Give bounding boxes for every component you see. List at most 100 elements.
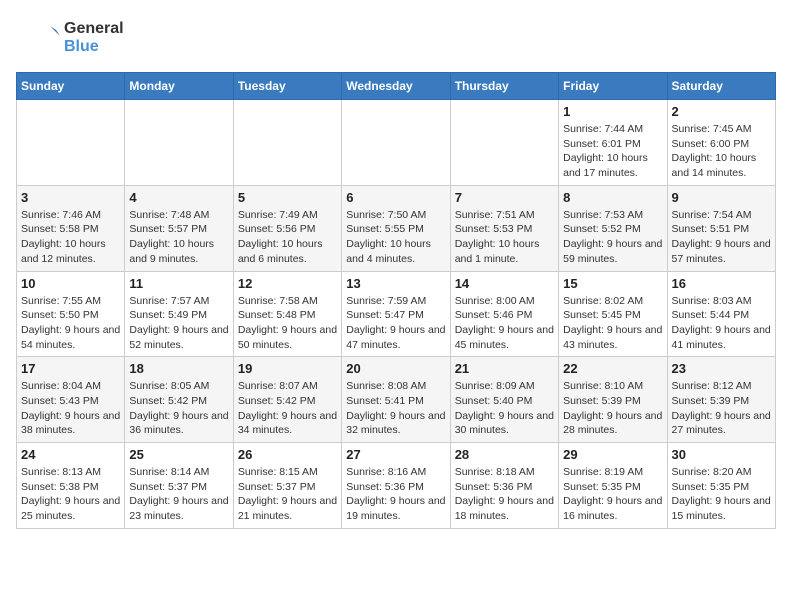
day-number: 22 xyxy=(563,361,662,376)
day-number: 15 xyxy=(563,276,662,291)
day-of-week-header: Thursday xyxy=(450,73,558,100)
day-number: 2 xyxy=(672,104,771,119)
header: GeneralBlue xyxy=(16,16,776,60)
calendar-day-cell: 1 Sunrise: 7:44 AM Sunset: 6:01 PM Daylig… xyxy=(559,100,667,186)
day-number: 20 xyxy=(346,361,445,376)
calendar-day-cell xyxy=(450,100,558,186)
day-info: Sunrise: 8:18 AM Sunset: 5:36 PM Dayligh… xyxy=(455,465,554,524)
day-info: Sunrise: 8:02 AM Sunset: 5:45 PM Dayligh… xyxy=(563,294,662,353)
day-number: 13 xyxy=(346,276,445,291)
calendar: SundayMondayTuesdayWednesdayThursdayFrid… xyxy=(16,72,776,529)
day-info: Sunrise: 8:19 AM Sunset: 5:35 PM Dayligh… xyxy=(563,465,662,524)
day-number: 18 xyxy=(129,361,228,376)
calendar-day-cell: 5Sunrise: 7:49 AM Sunset: 5:56 PM Daylig… xyxy=(233,185,341,271)
calendar-week-row: 10Sunrise: 7:55 AM Sunset: 5:50 PM Dayli… xyxy=(17,271,776,357)
calendar-day-cell: 13Sunrise: 7:59 AM Sunset: 5:47 PM Dayli… xyxy=(342,271,450,357)
day-of-week-header: Wednesday xyxy=(342,73,450,100)
day-of-week-header: Friday xyxy=(559,73,667,100)
day-number: 4 xyxy=(129,190,228,205)
calendar-day-cell: 22 Sunrise: 8:10 AM Sunset: 5:39 PM Dayli… xyxy=(559,357,667,443)
day-of-week-header: Sunday xyxy=(17,73,125,100)
day-info: Sunrise: 8:00 AM Sunset: 5:46 PM Dayligh… xyxy=(455,294,554,353)
day-number: 21 xyxy=(455,361,554,376)
calendar-day-cell: 20 Sunrise: 8:08 AM Sunset: 5:41 PM Dayli… xyxy=(342,357,450,443)
day-info: Sunrise: 7:48 AM Sunset: 5:57 PM Dayligh… xyxy=(129,208,228,267)
calendar-day-cell: 7Sunrise: 7:51 AM Sunset: 5:53 PM Daylig… xyxy=(450,185,558,271)
day-number: 30 xyxy=(672,447,771,462)
day-number: 7 xyxy=(455,190,554,205)
calendar-day-cell: 14 Sunrise: 8:00 AM Sunset: 5:46 PM Dayli… xyxy=(450,271,558,357)
calendar-day-cell: 25 Sunrise: 8:14 AM Sunset: 5:37 PM Dayli… xyxy=(125,443,233,529)
calendar-day-cell: 6Sunrise: 7:50 AM Sunset: 5:55 PM Daylig… xyxy=(342,185,450,271)
calendar-day-cell: 12 Sunrise: 7:58 AM Sunset: 5:48 PM Dayli… xyxy=(233,271,341,357)
calendar-day-cell: 16Sunrise: 8:03 AM Sunset: 5:44 PM Dayli… xyxy=(667,271,775,357)
calendar-header: SundayMondayTuesdayWednesdayThursdayFrid… xyxy=(17,73,776,100)
day-number: 26 xyxy=(238,447,337,462)
day-info: Sunrise: 7:49 AM Sunset: 5:56 PM Dayligh… xyxy=(238,208,337,267)
calendar-day-cell xyxy=(17,100,125,186)
day-info: Sunrise: 7:44 AM Sunset: 6:01 PM Dayligh… xyxy=(563,122,662,181)
calendar-week-row: 1 Sunrise: 7:44 AM Sunset: 6:01 PM Daylig… xyxy=(17,100,776,186)
day-info: Sunrise: 7:50 AM Sunset: 5:55 PM Dayligh… xyxy=(346,208,445,267)
day-number: 10 xyxy=(21,276,120,291)
calendar-day-cell: 18 Sunrise: 8:05 AM Sunset: 5:42 PM Dayli… xyxy=(125,357,233,443)
day-info: Sunrise: 7:58 AM Sunset: 5:48 PM Dayligh… xyxy=(238,294,337,353)
day-number: 24 xyxy=(21,447,120,462)
day-number: 3 xyxy=(21,190,120,205)
day-info: Sunrise: 8:04 AM Sunset: 5:43 PM Dayligh… xyxy=(21,379,120,438)
calendar-week-row: 24Sunrise: 8:13 AM Sunset: 5:38 PM Dayli… xyxy=(17,443,776,529)
day-number: 27 xyxy=(346,447,445,462)
days-of-week-row: SundayMondayTuesdayWednesdayThursdayFrid… xyxy=(17,73,776,100)
calendar-day-cell: 3Sunrise: 7:46 AM Sunset: 5:58 PM Daylig… xyxy=(17,185,125,271)
day-number: 8 xyxy=(563,190,662,205)
day-info: Sunrise: 8:16 AM Sunset: 5:36 PM Dayligh… xyxy=(346,465,445,524)
day-number: 11 xyxy=(129,276,228,291)
logo-general: General xyxy=(64,20,124,38)
calendar-day-cell: 9Sunrise: 7:54 AM Sunset: 5:51 PM Daylig… xyxy=(667,185,775,271)
day-number: 14 xyxy=(455,276,554,291)
calendar-day-cell: 17Sunrise: 8:04 AM Sunset: 5:43 PM Dayli… xyxy=(17,357,125,443)
calendar-week-row: 3Sunrise: 7:46 AM Sunset: 5:58 PM Daylig… xyxy=(17,185,776,271)
calendar-day-cell: 21 Sunrise: 8:09 AM Sunset: 5:40 PM Dayli… xyxy=(450,357,558,443)
calendar-day-cell xyxy=(342,100,450,186)
calendar-day-cell: 4 Sunrise: 7:48 AM Sunset: 5:57 PM Daylig… xyxy=(125,185,233,271)
calendar-week-row: 17Sunrise: 8:04 AM Sunset: 5:43 PM Dayli… xyxy=(17,357,776,443)
day-info: Sunrise: 8:05 AM Sunset: 5:42 PM Dayligh… xyxy=(129,379,228,438)
day-number: 1 xyxy=(563,104,662,119)
day-number: 25 xyxy=(129,447,228,462)
day-info: Sunrise: 8:14 AM Sunset: 5:37 PM Dayligh… xyxy=(129,465,228,524)
day-info: Sunrise: 8:09 AM Sunset: 5:40 PM Dayligh… xyxy=(455,379,554,438)
day-info: Sunrise: 8:10 AM Sunset: 5:39 PM Dayligh… xyxy=(563,379,662,438)
day-info: Sunrise: 8:03 AM Sunset: 5:44 PM Dayligh… xyxy=(672,294,771,353)
day-number: 9 xyxy=(672,190,771,205)
day-number: 29 xyxy=(563,447,662,462)
calendar-day-cell: 29 Sunrise: 8:19 AM Sunset: 5:35 PM Dayli… xyxy=(559,443,667,529)
calendar-day-cell xyxy=(125,100,233,186)
calendar-day-cell: 27 Sunrise: 8:16 AM Sunset: 5:36 PM Dayli… xyxy=(342,443,450,529)
calendar-day-cell: 23Sunrise: 8:12 AM Sunset: 5:39 PM Dayli… xyxy=(667,357,775,443)
calendar-day-cell: 2 Sunrise: 7:45 AM Sunset: 6:00 PM Daylig… xyxy=(667,100,775,186)
calendar-day-cell: 11Sunrise: 7:57 AM Sunset: 5:49 PM Dayli… xyxy=(125,271,233,357)
calendar-day-cell: 30 Sunrise: 8:20 AM Sunset: 5:35 PM Dayli… xyxy=(667,443,775,529)
day-info: Sunrise: 8:08 AM Sunset: 5:41 PM Dayligh… xyxy=(346,379,445,438)
day-number: 28 xyxy=(455,447,554,462)
calendar-body: 1 Sunrise: 7:44 AM Sunset: 6:01 PM Daylig… xyxy=(17,100,776,529)
day-info: Sunrise: 7:53 AM Sunset: 5:52 PM Dayligh… xyxy=(563,208,662,267)
day-number: 19 xyxy=(238,361,337,376)
logo-blue: Blue xyxy=(64,38,124,56)
calendar-day-cell xyxy=(233,100,341,186)
day-info: Sunrise: 7:45 AM Sunset: 6:00 PM Dayligh… xyxy=(672,122,771,181)
day-of-week-header: Saturday xyxy=(667,73,775,100)
calendar-day-cell: 15 Sunrise: 8:02 AM Sunset: 5:45 PM Dayli… xyxy=(559,271,667,357)
day-info: Sunrise: 8:15 AM Sunset: 5:37 PM Dayligh… xyxy=(238,465,337,524)
logo-icon xyxy=(16,16,60,60)
calendar-day-cell: 19 Sunrise: 8:07 AM Sunset: 5:42 PM Dayli… xyxy=(233,357,341,443)
day-info: Sunrise: 8:12 AM Sunset: 5:39 PM Dayligh… xyxy=(672,379,771,438)
calendar-day-cell: 10Sunrise: 7:55 AM Sunset: 5:50 PM Dayli… xyxy=(17,271,125,357)
day-number: 12 xyxy=(238,276,337,291)
day-info: Sunrise: 8:07 AM Sunset: 5:42 PM Dayligh… xyxy=(238,379,337,438)
day-info: Sunrise: 8:20 AM Sunset: 5:35 PM Dayligh… xyxy=(672,465,771,524)
day-of-week-header: Tuesday xyxy=(233,73,341,100)
day-of-week-header: Monday xyxy=(125,73,233,100)
calendar-day-cell: 8 Sunrise: 7:53 AM Sunset: 5:52 PM Daylig… xyxy=(559,185,667,271)
